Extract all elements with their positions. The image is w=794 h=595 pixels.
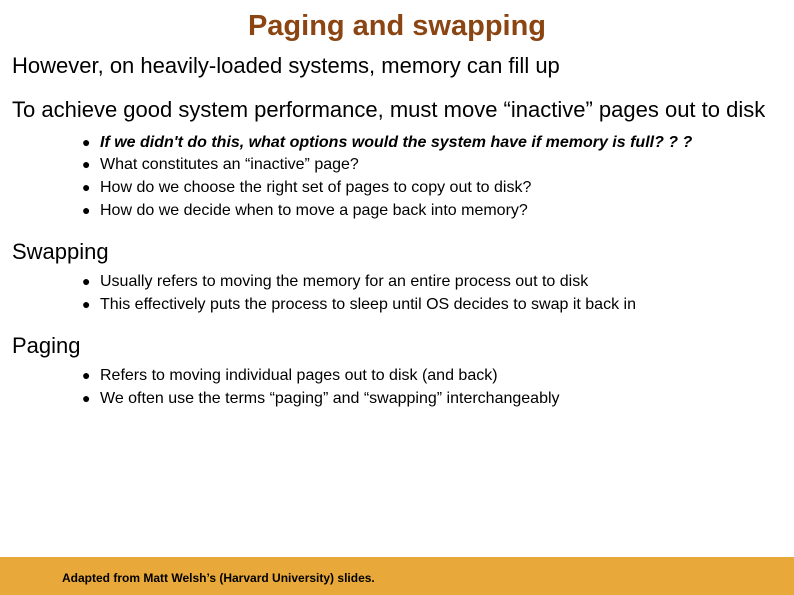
list-item-text: What constitutes an “inactive” page?: [100, 154, 359, 176]
bullet-icon: ●: [82, 154, 100, 175]
list-item: ● Usually refers to moving the memory fo…: [82, 271, 782, 293]
list-item-text: How do we decide when to move a page bac…: [100, 200, 528, 222]
list-item-text: Refers to moving individual pages out to…: [100, 365, 498, 387]
bullet-icon: ●: [82, 132, 100, 153]
bullet-icon: ●: [82, 294, 100, 315]
bullet-icon: ●: [82, 177, 100, 198]
list-item: ● How do we decide when to move a page b…: [82, 200, 782, 222]
list-item-text: How do we choose the right set of pages …: [100, 177, 531, 199]
list-item-text: This effectively puts the process to sle…: [100, 294, 636, 316]
list-item: ● What constitutes an “inactive” page?: [82, 154, 782, 176]
slide: Paging and swapping However, on heavily-…: [0, 0, 794, 595]
list-item: ● How do we choose the right set of page…: [82, 177, 782, 199]
bullets-inactive-disk: ● If we didn't do this, what options wou…: [12, 132, 782, 221]
list-item: ● This effectively puts the process to s…: [82, 294, 782, 316]
bullet-icon: ●: [82, 271, 100, 292]
bullet-icon: ●: [82, 388, 100, 409]
bullet-icon: ●: [82, 200, 100, 221]
list-item: ● We often use the terms “paging” and “s…: [82, 388, 782, 410]
slide-title: Paging and swapping: [12, 10, 782, 43]
list-item: ● If we didn't do this, what options wou…: [82, 132, 782, 154]
list-item-text: We often use the terms “paging” and “swa…: [100, 388, 560, 410]
list-item-text: If we didn't do this, what options would…: [100, 132, 692, 154]
intro-paragraph-1: However, on heavily-loaded systems, memo…: [12, 53, 782, 79]
footer-attribution: Adapted from Matt Welsh’s (Harvard Unive…: [62, 571, 375, 585]
heading-paging: Paging: [12, 333, 782, 359]
bullets-swapping: ● Usually refers to moving the memory fo…: [12, 271, 782, 315]
bullets-paging: ● Refers to moving individual pages out …: [12, 365, 782, 409]
intro-paragraph-2: To achieve good system performance, must…: [12, 97, 782, 123]
bullet-icon: ●: [82, 365, 100, 386]
list-item-text: Usually refers to moving the memory for …: [100, 271, 588, 293]
list-item: ● Refers to moving individual pages out …: [82, 365, 782, 387]
heading-swapping: Swapping: [12, 239, 782, 265]
